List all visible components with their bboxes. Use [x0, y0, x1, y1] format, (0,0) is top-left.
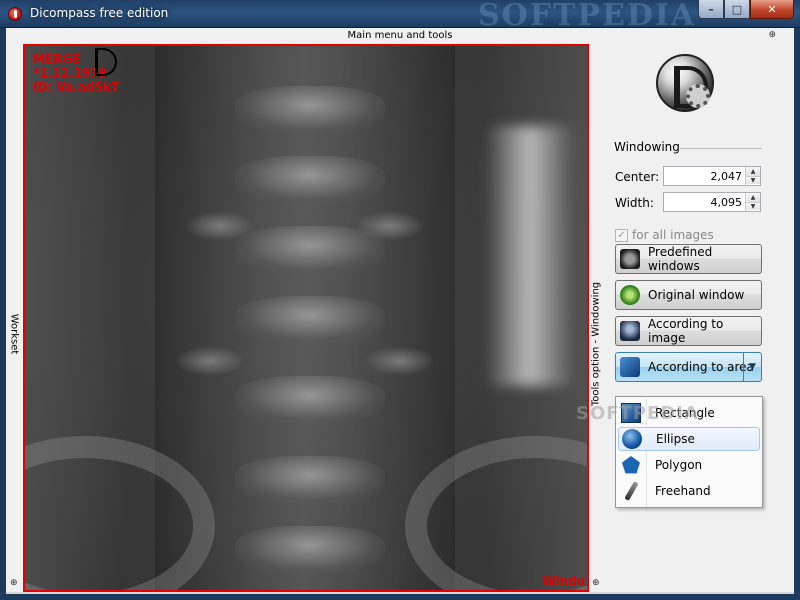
- menu-item-ellipse[interactable]: Ellipse: [618, 427, 760, 451]
- windowing-title: Windowing: [614, 140, 680, 154]
- menu-item-label: Polygon: [655, 458, 703, 472]
- xray-highlight: [485, 126, 575, 386]
- spin-down-icon[interactable]: ▼: [746, 202, 760, 210]
- according-to-area-label: According to area: [648, 360, 754, 374]
- transverse-process: [365, 346, 435, 376]
- tools-option-strip[interactable]: Tools option - Windowing ⊕: [588, 44, 604, 592]
- menu-item-label: Freehand: [655, 484, 711, 498]
- width-input[interactable]: [664, 193, 746, 211]
- predefined-windows-label: Predefined windows: [648, 245, 713, 273]
- menu-item-label: Ellipse: [656, 432, 695, 446]
- spin-up-icon[interactable]: ▲: [746, 193, 760, 202]
- original-window-label: Original window: [648, 288, 745, 302]
- all-images-checkbox[interactable]: ✓ for all images: [615, 228, 714, 242]
- chevron-down-icon[interactable]: ▼: [743, 353, 761, 381]
- width-label: Width:: [615, 196, 654, 210]
- area-icon: [620, 357, 640, 377]
- transverse-process: [185, 211, 255, 241]
- workset-strip[interactable]: Workset ⊕: [6, 44, 22, 592]
- according-to-image-label: According to image: [648, 317, 724, 345]
- vertebra: [235, 156, 385, 204]
- ellipse-icon: [622, 429, 642, 449]
- head-scan-icon: [620, 321, 640, 341]
- app-icon[interactable]: [8, 7, 22, 21]
- pin-icon[interactable]: ⊕: [592, 578, 600, 588]
- pin-icon[interactable]: ⊕: [10, 578, 18, 588]
- softpedia-watermark: SOFTPEDIA: [576, 403, 699, 424]
- minimize-button[interactable]: –: [698, 0, 724, 19]
- workset-label: Workset: [8, 313, 20, 355]
- spin-down-icon[interactable]: ▼: [746, 176, 760, 184]
- transverse-process: [175, 346, 245, 376]
- vertebra: [235, 296, 385, 344]
- title-bar[interactable]: Dicompass free edition SOFTPEDIA – □ ✕: [0, 0, 800, 33]
- vertebra: [235, 526, 385, 574]
- window-title: Dicompass free edition: [30, 6, 169, 20]
- center-input[interactable]: [664, 167, 746, 185]
- width-spin-arrows[interactable]: ▲ ▼: [745, 193, 760, 211]
- main-menu-strip[interactable]: Main menu and tools: [6, 28, 794, 44]
- center-label: Center:: [615, 170, 660, 184]
- reset-icon: [620, 285, 640, 305]
- section-divider: [680, 148, 762, 149]
- all-images-label: for all images: [632, 228, 714, 242]
- original-window-button[interactable]: Original window: [615, 280, 762, 310]
- bottom-edge: [6, 592, 794, 594]
- window-overlay-label: Windo: [542, 574, 585, 588]
- vertebra: [235, 456, 385, 504]
- checkmark-icon[interactable]: ✓: [615, 228, 628, 242]
- center-spinbox[interactable]: ▲ ▼: [663, 166, 761, 186]
- client-area: Main menu and tools ⊕ Workset ⊕ MERGE *1…: [6, 28, 794, 594]
- predefined-windows-icon: [620, 249, 640, 269]
- close-button[interactable]: ✕: [750, 0, 794, 19]
- window-controls: – □ ✕: [698, 0, 794, 19]
- dicompass-logo: [656, 54, 714, 112]
- tools-option-label: Tools option - Windowing: [590, 281, 602, 407]
- menu-item-freehand[interactable]: Freehand: [618, 479, 760, 503]
- according-to-image-button[interactable]: According to image: [615, 316, 762, 346]
- pin-icon[interactable]: ⊕: [768, 30, 776, 40]
- width-spinbox[interactable]: ▲ ▼: [663, 192, 761, 212]
- transverse-process: [355, 211, 425, 241]
- polygon-icon: [622, 456, 640, 474]
- according-to-area-button[interactable]: According to area ▼: [615, 352, 762, 382]
- center-spin-arrows[interactable]: ▲ ▼: [745, 167, 760, 185]
- gear-icon: [686, 84, 710, 108]
- image-viewer[interactable]: MERGE *1.12.1979 ID: Va.adSkT Windo: [23, 44, 589, 592]
- menu-item-polygon[interactable]: Polygon: [618, 453, 760, 477]
- spin-up-icon[interactable]: ▲: [746, 167, 760, 176]
- maximize-button[interactable]: □: [724, 0, 750, 19]
- vertebra: [235, 86, 385, 134]
- predefined-windows-button[interactable]: Predefined windows: [615, 244, 762, 274]
- overlay-line: ID: Va.adSkT: [33, 80, 120, 94]
- vertebra: [235, 376, 385, 424]
- freehand-icon: [621, 481, 641, 501]
- tools-panel: Windowing Center: ▲ ▼ Width: ▲ ▼ ✓ for a…: [604, 44, 794, 592]
